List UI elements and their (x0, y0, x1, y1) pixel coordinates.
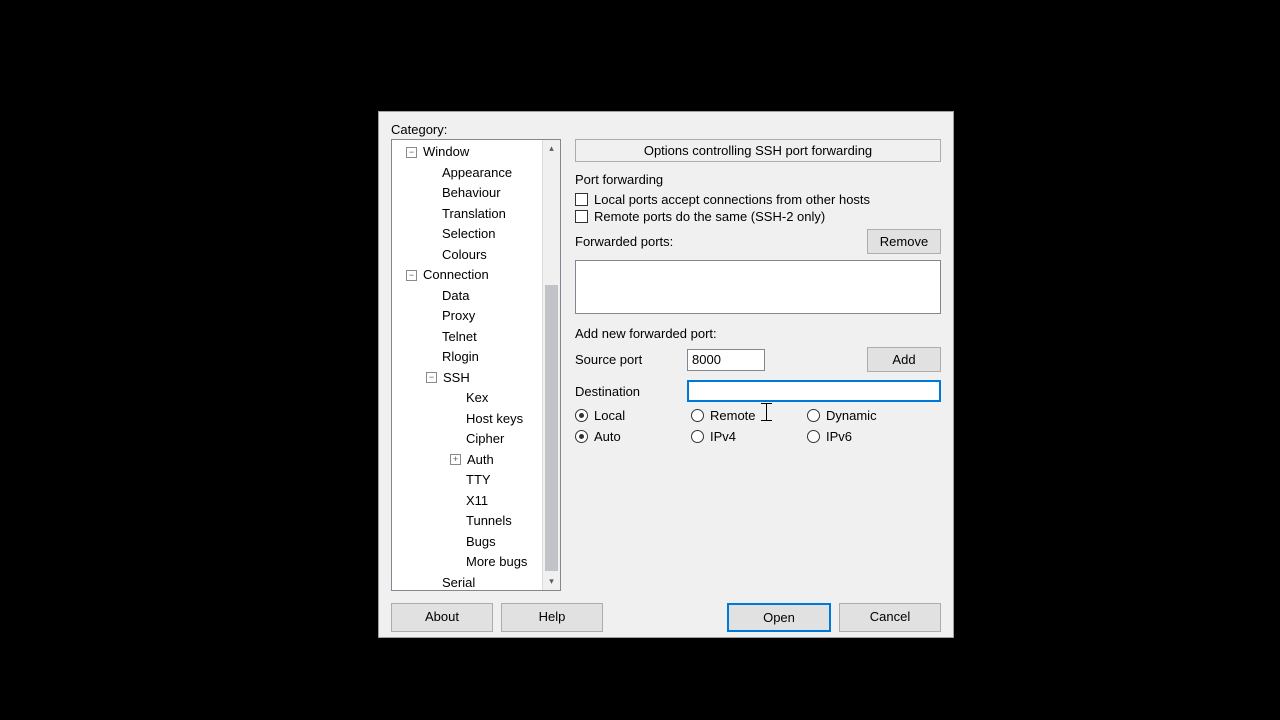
tree-item-auth[interactable]: + Auth (394, 450, 542, 471)
options-panel: Options controlling SSH port forwarding … (575, 139, 941, 591)
about-button[interactable]: About (391, 603, 493, 632)
tree-item-behaviour[interactable]: Behaviour (394, 183, 542, 204)
open-button[interactable]: Open (727, 603, 831, 632)
tree-item-label: Telnet (440, 327, 479, 348)
category-label: Category: (391, 122, 941, 137)
checkbox-label: Local ports accept connections from othe… (594, 192, 870, 207)
tree-item-label: Selection (440, 224, 497, 245)
tree-item-label: Proxy (440, 306, 477, 327)
category-tree[interactable]: −WindowAppearanceBehaviourTranslationSel… (391, 139, 561, 591)
tree-scrollbar[interactable]: ▴ ▾ (542, 140, 560, 590)
tree-item-appearance[interactable]: Appearance (394, 163, 542, 184)
scroll-thumb[interactable] (545, 285, 558, 571)
radio-label: IPv4 (710, 429, 736, 444)
tree-item-more-bugs[interactable]: More bugs (394, 552, 542, 573)
tree-item-label: SSH (441, 368, 472, 389)
radio-label: IPv6 (826, 429, 852, 444)
forwarded-ports-listbox[interactable] (575, 260, 941, 314)
radio-icon (807, 409, 820, 422)
tree-item-rlogin[interactable]: Rlogin (394, 347, 542, 368)
checkbox-icon (575, 193, 588, 206)
tree-item-label: Tunnels (464, 511, 514, 532)
scroll-down-button[interactable]: ▾ (543, 573, 560, 590)
tree-item-label: Serial (440, 573, 477, 591)
tree-item-label: Data (440, 286, 471, 307)
tree-item-x11[interactable]: X11 (394, 491, 542, 512)
tree-item-label: Behaviour (440, 183, 503, 204)
expand-icon[interactable]: + (450, 454, 461, 465)
type-remote-radio[interactable]: Remote (691, 408, 807, 423)
add-button[interactable]: Add (867, 347, 941, 372)
help-button[interactable]: Help (501, 603, 603, 632)
scroll-up-button[interactable]: ▴ (543, 140, 560, 157)
tree-item-proxy[interactable]: Proxy (394, 306, 542, 327)
tree-item-label: Bugs (464, 532, 498, 553)
radio-icon (575, 409, 588, 422)
tree-item-label: Colours (440, 245, 489, 266)
tree-item-label: X11 (464, 491, 490, 512)
radio-label: Local (594, 408, 625, 423)
tree-item-cipher[interactable]: Cipher (394, 429, 542, 450)
tree-item-label: TTY (464, 470, 493, 491)
source-port-label: Source port (575, 352, 687, 367)
remote-ports-checkbox[interactable]: Remote ports do the same (SSH-2 only) (575, 209, 941, 224)
tree-item-tunnels[interactable]: Tunnels (394, 511, 542, 532)
radio-icon (807, 430, 820, 443)
radio-icon (691, 409, 704, 422)
checkbox-icon (575, 210, 588, 223)
tree-item-kex[interactable]: Kex (394, 388, 542, 409)
tree-item-telnet[interactable]: Telnet (394, 327, 542, 348)
tree-item-label: Kex (464, 388, 490, 409)
tree-item-translation[interactable]: Translation (394, 204, 542, 225)
tree-item-window[interactable]: −Window (394, 142, 542, 163)
tree-item-serial[interactable]: Serial (394, 573, 542, 591)
panel-title: Options controlling SSH port forwarding (575, 139, 941, 162)
dialog-button-row: About Help Open Cancel (391, 603, 941, 632)
tree-item-label: Connection (421, 265, 491, 286)
tree-item-label: Host keys (464, 409, 525, 430)
forwarded-ports-label: Forwarded ports: (575, 234, 673, 249)
type-local-radio[interactable]: Local (575, 408, 691, 423)
collapse-icon[interactable]: − (406, 147, 417, 158)
tree-item-label: Window (421, 142, 471, 163)
radio-label: Remote (710, 408, 756, 423)
family-auto-radio[interactable]: Auto (575, 429, 691, 444)
remove-button[interactable]: Remove (867, 229, 941, 254)
tree-item-host-keys[interactable]: Host keys (394, 409, 542, 430)
tree-item-label: Translation (440, 204, 508, 225)
radio-icon (691, 430, 704, 443)
tree-item-label: Auth (465, 450, 496, 471)
tree-item-bugs[interactable]: Bugs (394, 532, 542, 553)
family-ipv6-radio[interactable]: IPv6 (807, 429, 923, 444)
type-dynamic-radio[interactable]: Dynamic (807, 408, 923, 423)
tree-item-ssh[interactable]: −SSH (394, 368, 542, 389)
destination-input[interactable] (687, 380, 941, 402)
family-ipv4-radio[interactable]: IPv4 (691, 429, 807, 444)
tree-item-colours[interactable]: Colours (394, 245, 542, 266)
cancel-button[interactable]: Cancel (839, 603, 941, 632)
tree-item-label: Appearance (440, 163, 514, 184)
radio-label: Auto (594, 429, 621, 444)
collapse-icon[interactable]: − (406, 270, 417, 281)
port-forwarding-group-label: Port forwarding (575, 172, 941, 187)
tree-item-selection[interactable]: Selection (394, 224, 542, 245)
tree-item-tty[interactable]: TTY (394, 470, 542, 491)
source-port-input[interactable] (687, 349, 765, 371)
local-ports-checkbox[interactable]: Local ports accept connections from othe… (575, 192, 941, 207)
radio-label: Dynamic (826, 408, 877, 423)
add-new-label: Add new forwarded port: (575, 326, 941, 341)
tree-item-connection[interactable]: −Connection (394, 265, 542, 286)
tree-item-data[interactable]: Data (394, 286, 542, 307)
tree-item-label: More bugs (464, 552, 529, 573)
checkbox-label: Remote ports do the same (SSH-2 only) (594, 209, 825, 224)
radio-icon (575, 430, 588, 443)
destination-label: Destination (575, 384, 687, 399)
tree-item-label: Cipher (464, 429, 506, 450)
putty-config-dialog: Category: −WindowAppearanceBehaviourTran… (378, 111, 954, 638)
tree-item-label: Rlogin (440, 347, 481, 368)
scroll-track[interactable] (543, 157, 560, 573)
collapse-icon[interactable]: − (426, 372, 437, 383)
